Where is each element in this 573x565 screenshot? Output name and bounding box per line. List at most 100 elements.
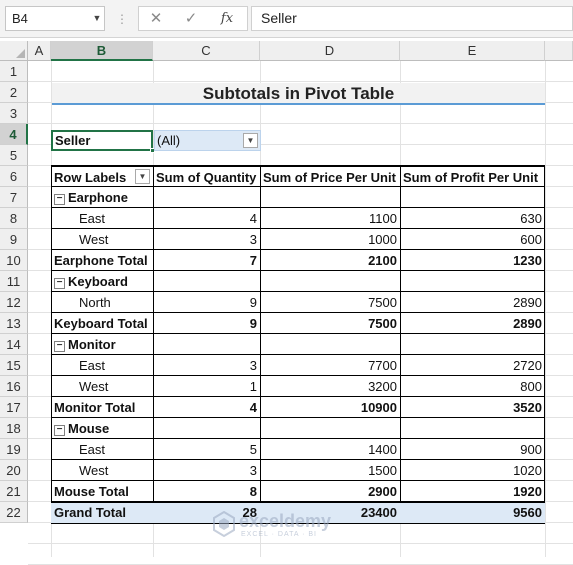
profit-cell[interactable]: 2890: [400, 292, 545, 313]
quantity-cell[interactable]: 4: [153, 208, 260, 229]
column-header-f[interactable]: [545, 41, 573, 61]
collapse-icon[interactable]: −: [54, 425, 65, 436]
subtotal-quantity[interactable]: 7: [153, 250, 260, 271]
quantity-cell[interactable]: 3: [153, 355, 260, 376]
profit-cell[interactable]: 800: [400, 376, 545, 397]
group-label[interactable]: − Monitor: [51, 334, 153, 355]
grid-line: [545, 61, 546, 557]
subtotal-quantity[interactable]: 8: [153, 481, 260, 502]
row-labels-filter-icon[interactable]: ▼: [135, 169, 150, 184]
profit-cell[interactable]: 1020: [400, 460, 545, 481]
subtotal-label[interactable]: Keyboard Total: [51, 313, 153, 334]
quantity-cell[interactable]: 5: [153, 439, 260, 460]
profit-cell[interactable]: 630: [400, 208, 545, 229]
grand-total-label[interactable]: Grand Total: [51, 502, 153, 523]
collapse-icon[interactable]: −: [54, 278, 65, 289]
row-header-20[interactable]: 20: [0, 460, 28, 481]
subtotal-label[interactable]: Earphone Total: [51, 250, 153, 271]
item-label[interactable]: East: [51, 208, 153, 229]
price-cell[interactable]: 3200: [260, 376, 400, 397]
cancel-icon[interactable]: ✕: [142, 6, 170, 31]
collapse-icon[interactable]: −: [54, 194, 65, 205]
row-header-2[interactable]: 2: [0, 82, 28, 103]
column-header-b[interactable]: B: [51, 41, 153, 61]
column-header-a[interactable]: A: [28, 41, 51, 61]
price-cell[interactable]: 7700: [260, 355, 400, 376]
column-header-e[interactable]: E: [400, 41, 545, 61]
profit-cell[interactable]: 900: [400, 439, 545, 460]
subtotal-label[interactable]: Mouse Total: [51, 481, 153, 502]
select-all-icon: [16, 49, 25, 58]
row-header-14[interactable]: 14: [0, 334, 28, 355]
exceldemy-logo-icon: [213, 511, 235, 537]
row-header-22[interactable]: 22: [0, 502, 28, 523]
price-cell[interactable]: 1000: [260, 229, 400, 250]
sum-profit-header[interactable]: Sum of Profit Per Unit: [400, 166, 545, 187]
column-header-c[interactable]: C: [153, 41, 260, 61]
row-header-4[interactable]: 4: [0, 124, 28, 145]
filter-dropdown-icon[interactable]: ▼: [243, 133, 258, 148]
item-label[interactable]: West: [51, 376, 153, 397]
subtotal-price[interactable]: 7500: [260, 313, 400, 334]
item-label[interactable]: North: [51, 292, 153, 313]
formula-input[interactable]: Seller: [251, 6, 573, 31]
grid-line: [28, 81, 573, 82]
column-header-d[interactable]: D: [260, 41, 400, 61]
quantity-cell[interactable]: 9: [153, 292, 260, 313]
row-header-15[interactable]: 15: [0, 355, 28, 376]
row-header-7[interactable]: 7: [0, 187, 28, 208]
row-header-19[interactable]: 19: [0, 439, 28, 460]
subtotal-quantity[interactable]: 9: [153, 313, 260, 334]
quantity-cell[interactable]: 1: [153, 376, 260, 397]
collapse-icon[interactable]: −: [54, 341, 65, 352]
group-name: Keyboard: [68, 274, 128, 289]
enter-icon[interactable]: ✓: [177, 6, 205, 31]
insert-function-button[interactable]: fx: [213, 6, 241, 31]
row-header-11[interactable]: 11: [0, 271, 28, 292]
chevron-down-icon[interactable]: ▼: [90, 6, 104, 31]
row-header-13[interactable]: 13: [0, 313, 28, 334]
row-header-3[interactable]: 3: [0, 103, 28, 124]
item-label[interactable]: West: [51, 229, 153, 250]
row-header-16[interactable]: 16: [0, 376, 28, 397]
row-header-8[interactable]: 8: [0, 208, 28, 229]
subtotal-profit[interactable]: 1920: [400, 481, 545, 502]
price-cell[interactable]: 1500: [260, 460, 400, 481]
row-header-17[interactable]: 17: [0, 397, 28, 418]
group-label[interactable]: − Mouse: [51, 418, 153, 439]
subtotal-profit[interactable]: 2890: [400, 313, 545, 334]
group-label[interactable]: − Earphone: [51, 187, 153, 208]
row-header-12[interactable]: 12: [0, 292, 28, 313]
subtotal-label[interactable]: Monitor Total: [51, 397, 153, 418]
item-label[interactable]: East: [51, 439, 153, 460]
sum-quantity-header[interactable]: Sum of Quantity: [153, 166, 260, 187]
quantity-cell[interactable]: 3: [153, 229, 260, 250]
price-cell[interactable]: 7500: [260, 292, 400, 313]
row-header-5[interactable]: 5: [0, 145, 28, 166]
row-header-1[interactable]: 1: [0, 61, 28, 82]
subtotal-profit[interactable]: 3520: [400, 397, 545, 418]
subtotal-price[interactable]: 2100: [260, 250, 400, 271]
row-header-21[interactable]: 21: [0, 481, 28, 502]
filter-field-label[interactable]: Seller: [51, 130, 153, 151]
row-header-10[interactable]: 10: [0, 250, 28, 271]
price-cell[interactable]: 1400: [260, 439, 400, 460]
subtotal-price[interactable]: 10900: [260, 397, 400, 418]
sum-price-header[interactable]: Sum of Price Per Unit: [260, 166, 400, 187]
row-header-18[interactable]: 18: [0, 418, 28, 439]
grand-total-profit[interactable]: 9560: [400, 502, 545, 523]
row-header-6[interactable]: 6: [0, 166, 28, 187]
item-label[interactable]: West: [51, 460, 153, 481]
price-cell[interactable]: 1100: [260, 208, 400, 229]
item-label[interactable]: East: [51, 355, 153, 376]
profit-cell[interactable]: 2720: [400, 355, 545, 376]
group-name: Monitor: [68, 337, 116, 352]
row-header-9[interactable]: 9: [0, 229, 28, 250]
quantity-cell[interactable]: 3: [153, 460, 260, 481]
sheet-title: Subtotals in Pivot Table: [52, 83, 545, 105]
subtotal-profit[interactable]: 1230: [400, 250, 545, 271]
subtotal-quantity[interactable]: 4: [153, 397, 260, 418]
profit-cell[interactable]: 600: [400, 229, 545, 250]
group-label[interactable]: − Keyboard: [51, 271, 153, 292]
subtotal-price[interactable]: 2900: [260, 481, 400, 502]
